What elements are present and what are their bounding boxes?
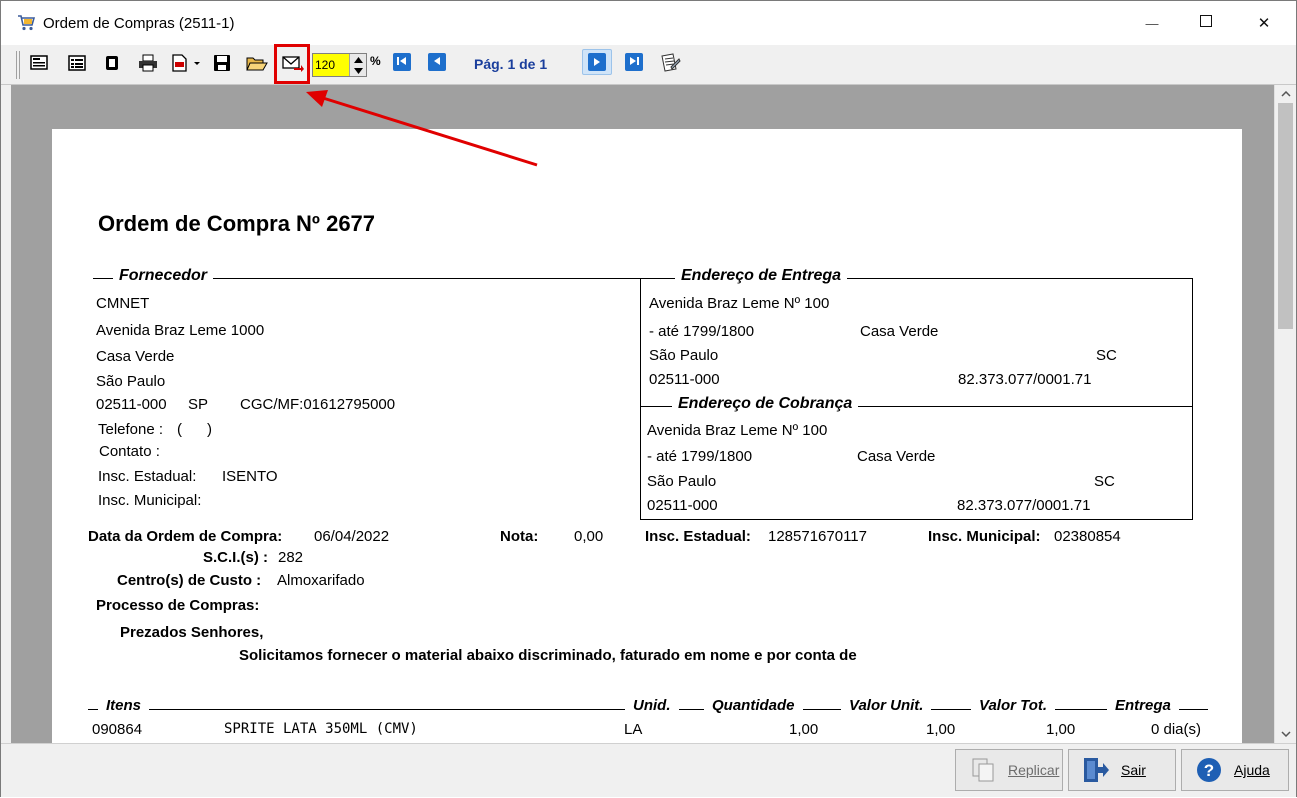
annotation-arrow [306, 90, 538, 167]
bottom-bar: Replicar Sair ? Ajuda [1, 743, 1296, 797]
exit-icon [1079, 755, 1113, 785]
main-window: Ordem de Compras (2511-1) — ✕ 120 % Pág.… [0, 0, 1297, 797]
ajuda-button[interactable]: ? Ajuda [1181, 749, 1289, 791]
chevron-up-icon [1280, 88, 1291, 100]
copy-document-icon [966, 755, 1000, 785]
svg-text:?: ? [1204, 761, 1214, 780]
scroll-thumb[interactable] [1278, 103, 1293, 329]
sair-button[interactable]: Sair [1068, 749, 1176, 791]
chevron-down-icon [1280, 728, 1291, 740]
replicar-button[interactable]: Replicar [955, 749, 1063, 791]
sair-label: Sair [1121, 762, 1146, 778]
help-icon: ? [1192, 755, 1226, 785]
vertical-scrollbar[interactable] [1274, 85, 1295, 743]
replicar-label: Replicar [1008, 762, 1060, 778]
ajuda-label: Ajuda [1234, 762, 1270, 778]
scroll-down-button[interactable] [1275, 725, 1296, 742]
scroll-up-button[interactable] [1275, 85, 1296, 102]
